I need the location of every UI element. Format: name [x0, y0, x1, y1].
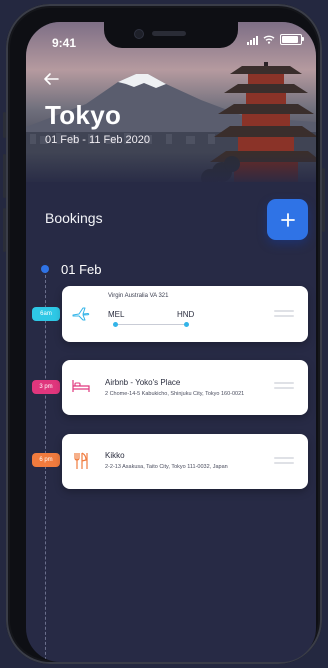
volume-up-button [3, 154, 6, 198]
cutlery-icon [74, 452, 88, 469]
timeline-day-dot [41, 265, 49, 273]
wifi-icon [263, 35, 275, 44]
bookings-heading: Bookings [45, 210, 103, 226]
time-badge: 3 pm [32, 380, 60, 394]
city-title: Tokyo [45, 100, 122, 130]
add-booking-button[interactable] [267, 199, 308, 240]
volume-down-button [3, 208, 6, 252]
front-camera [134, 29, 144, 39]
signal-icon [247, 35, 258, 45]
plus-icon [280, 212, 295, 227]
battery-icon [280, 34, 304, 45]
stay-address: 2 Chome-14-5 Kabukicho, Shinjuku City, T… [105, 391, 245, 397]
phone-frame: 9:41 Tokyo 01 Feb - 11 Feb 2020 Bookings [3, 4, 325, 664]
trip-date-range: 01 Feb - 11 Feb 2020 [45, 134, 150, 146]
time-badge: 6am [32, 307, 60, 321]
flight-route-line [115, 324, 187, 325]
phone-screen: 9:41 Tokyo 01 Feb - 11 Feb 2020 Bookings [26, 22, 316, 662]
drag-handle[interactable] [274, 310, 294, 317]
status-time: 9:41 [52, 36, 77, 50]
time-badge: 6 pm [32, 453, 60, 467]
flight-booking-card[interactable]: Virgin Australia VA 321 MEL HND [62, 286, 308, 342]
drag-handle[interactable] [274, 457, 294, 464]
drag-handle[interactable] [274, 382, 294, 389]
arrival-dot [184, 322, 189, 327]
arrival-code: HND [177, 310, 195, 319]
bed-icon [72, 380, 90, 392]
power-button [322, 168, 325, 232]
app-page: 9:41 Tokyo 01 Feb - 11 Feb 2020 Bookings [0, 0, 328, 668]
device-notch [104, 22, 238, 48]
restaurant-booking-card[interactable]: Kikko 2-2-13 Asakusa, Taito City, Tokyo … [62, 434, 308, 489]
stay-title: Airbnb - Yoko's Place [105, 378, 181, 387]
restaurant-title: Kikko [105, 451, 125, 460]
departure-code: MEL [108, 310, 125, 319]
status-icons [247, 34, 304, 45]
mute-switch [3, 112, 6, 138]
departure-dot [113, 322, 118, 327]
restaurant-address: 2-2-13 Asakusa, Taito City, Tokyo 111-00… [105, 464, 228, 470]
plane-icon [72, 307, 90, 321]
flight-name: Virgin Australia VA 321 [108, 293, 169, 299]
back-arrow-icon[interactable] [40, 68, 62, 90]
stay-booking-card[interactable]: Airbnb - Yoko's Place 2 Chome-14-5 Kabuk… [62, 360, 308, 415]
earpiece-speaker [152, 31, 186, 36]
timeline-day-label: 01 Feb [61, 262, 102, 277]
